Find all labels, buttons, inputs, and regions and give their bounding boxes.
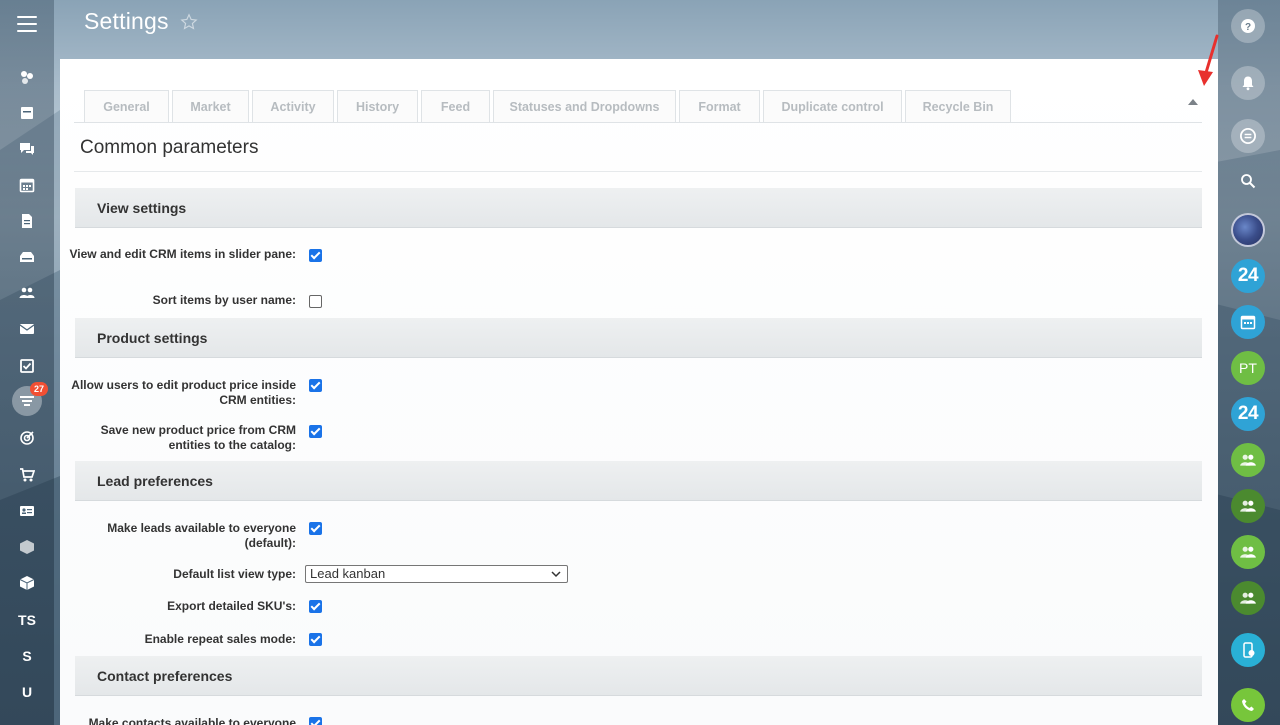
group-product-settings: Product settings [75, 318, 1202, 358]
tab-general[interactable]: General [84, 90, 169, 123]
bitrix24-icon[interactable]: 24 [1231, 397, 1265, 431]
user-avatar[interactable] [1231, 213, 1265, 247]
messenger-icon[interactable] [9, 134, 45, 164]
search-icon[interactable] [1231, 164, 1265, 198]
cube-icon[interactable] [9, 568, 45, 598]
chat-icon[interactable] [1231, 119, 1265, 153]
phone-call-icon[interactable] [1231, 688, 1265, 722]
phone-transfer-icon[interactable] [1231, 633, 1265, 667]
save-product-price-checkbox[interactable] [309, 425, 322, 438]
group-chat-icon[interactable] [1231, 489, 1265, 523]
target-icon[interactable] [9, 423, 45, 453]
row-label: Default list view type: [173, 567, 296, 581]
tabs-divider [74, 122, 1202, 123]
notification-badge: 27 [30, 382, 48, 396]
group-lead-preferences: Lead preferences [75, 461, 1202, 501]
tasks-icon[interactable] [9, 98, 45, 128]
contacts-available-checkbox[interactable] [309, 717, 322, 725]
bitrix24-icon[interactable]: 24 [1231, 259, 1265, 293]
chevron-down-icon [551, 571, 561, 578]
checklist-icon[interactable] [9, 351, 45, 381]
tab-activity[interactable]: Activity [252, 90, 334, 123]
group-view-settings: View settings [75, 188, 1202, 228]
feed-icon[interactable] [9, 62, 45, 92]
drive-icon[interactable] [9, 242, 45, 272]
select-value: Lead kanban [310, 566, 386, 581]
edit-product-price-checkbox[interactable] [309, 379, 322, 392]
crm-funnel-icon[interactable]: 27 [9, 382, 48, 416]
group-title: Product settings [97, 330, 208, 346]
collapse-arrow-icon[interactable] [1188, 99, 1198, 105]
bell-icon[interactable] [1231, 66, 1265, 100]
calendar-icon[interactable] [1231, 305, 1265, 339]
page-title: Settings [84, 8, 169, 34]
contact-card-icon[interactable] [9, 496, 45, 526]
row-label: Save new product price from CRM entities… [100, 423, 296, 452]
shop-cart-icon[interactable] [9, 460, 45, 490]
row-label: View and edit CRM items in slider pane: [69, 247, 297, 261]
annotation-arrow-icon [1198, 34, 1219, 86]
svg-text:?: ? [1245, 22, 1251, 33]
documents-icon[interactable] [9, 206, 45, 236]
group-chat-icon[interactable] [1231, 443, 1265, 477]
tab-duplicate-control[interactable]: Duplicate control [763, 90, 902, 123]
tab-history[interactable]: History [337, 90, 418, 123]
group-chat-icon[interactable] [1231, 581, 1265, 615]
row-label: Make leads available to everyone (defaul… [107, 521, 296, 550]
sidebar-item-s[interactable]: S [9, 641, 45, 671]
group-title: Contact preferences [97, 668, 233, 684]
box-icon[interactable] [9, 532, 45, 562]
slider-pane-checkbox[interactable] [309, 249, 322, 262]
settings-panel: General Market Activity History Feed Sta… [60, 59, 1218, 725]
row-label: Export detailed SKU's: [167, 599, 296, 613]
default-list-view-select[interactable]: Lead kanban [305, 565, 568, 583]
employees-icon[interactable] [9, 278, 45, 308]
sort-by-user-name-checkbox[interactable] [309, 295, 322, 308]
tab-recycle-bin[interactable]: Recycle Bin [905, 90, 1011, 123]
leads-available-checkbox[interactable] [309, 522, 322, 535]
sidebar-item-ts[interactable]: TS [9, 605, 45, 635]
row-label: Sort items by user name: [152, 293, 296, 307]
sidebar-item-u[interactable]: U [9, 677, 45, 707]
calendar-icon[interactable] [9, 170, 45, 200]
tab-format[interactable]: Format [679, 90, 760, 123]
left-sidebar: 27 TS S U [0, 0, 54, 725]
mail-icon[interactable] [9, 314, 45, 344]
row-label: Make contacts available to everyone [88, 716, 296, 725]
group-title: View settings [97, 200, 187, 216]
row-label: Allow users to edit product price inside… [71, 378, 296, 407]
user-initials-avatar[interactable]: PT [1231, 351, 1265, 385]
group-chat-icon[interactable] [1231, 535, 1265, 569]
section-heading: Common parameters [80, 137, 259, 158]
row-label: Enable repeat sales mode: [144, 632, 296, 646]
right-sidebar: ? 24 PT 24 [1218, 0, 1280, 725]
tab-feed[interactable]: Feed [421, 90, 490, 123]
tab-market[interactable]: Market [172, 90, 249, 123]
help-icon[interactable]: ? [1231, 9, 1265, 43]
group-contact-preferences: Contact preferences [75, 656, 1202, 696]
tab-statuses-and-dropdowns[interactable]: Statuses and Dropdowns [493, 90, 676, 123]
settings-tabs: General Market Activity History Feed Sta… [84, 90, 1011, 123]
favorite-star-icon[interactable] [180, 13, 198, 31]
menu-burger-icon[interactable] [17, 16, 37, 32]
repeat-sales-checkbox[interactable] [309, 633, 322, 646]
group-title: Lead preferences [97, 473, 213, 489]
heading-divider [74, 171, 1202, 172]
export-sku-checkbox[interactable] [309, 600, 322, 613]
